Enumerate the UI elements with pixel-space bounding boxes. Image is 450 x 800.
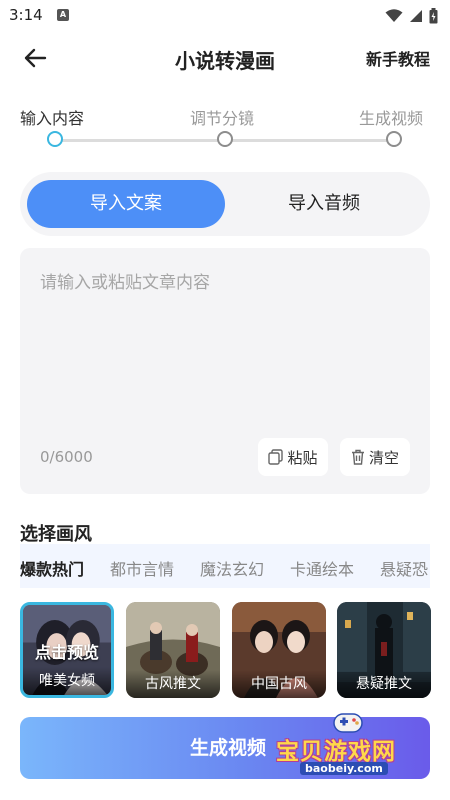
step-label-storyboard: 调节分镜 [190, 109, 255, 128]
battery-icon [429, 8, 438, 24]
card-label: 唯美女频 [23, 667, 111, 695]
step-connector [62, 139, 218, 142]
style-tab-urban-romance[interactable]: 都市言情 [110, 556, 174, 580]
style-tab-hot[interactable]: 爆款热门 [20, 556, 84, 580]
style-tab-magic-fantasy[interactable]: 魔法玄幻 [200, 556, 264, 580]
tab-import-text[interactable]: 导入文案 [27, 180, 225, 228]
paste-label: 粘贴 [287, 448, 318, 467]
step-dot-storyboard [217, 131, 233, 147]
article-text-area[interactable]: 请输入或粘贴文章内容 0/6000 粘贴 清空 [20, 248, 430, 494]
style-card-beauty[interactable]: 点击预览 唯美女频 [20, 602, 114, 698]
step-label-input: 输入内容 [20, 109, 85, 128]
paste-icon [268, 449, 284, 465]
clear-label: 清空 [368, 448, 399, 467]
notification-app-icon: A [57, 9, 69, 21]
style-tab-suspense[interactable]: 悬疑恐 [380, 556, 428, 580]
step-dot-input [47, 131, 63, 147]
style-card-list: 点击预览 唯美女频 古风推文 中国古风 悬疑推文 [20, 602, 431, 698]
paste-button[interactable]: 粘贴 [258, 438, 328, 476]
card-label: 古风推文 [126, 670, 220, 698]
style-tab-cartoon[interactable]: 卡通绘本 [290, 556, 354, 580]
step-connector [232, 139, 388, 142]
trash-icon [351, 449, 364, 465]
progress-stepper: 输入内容 调节分镜 生成视频 [0, 100, 450, 160]
tutorial-link[interactable]: 新手教程 [366, 46, 430, 70]
watermark-url: baobeiy.com [300, 762, 388, 775]
status-time: 3:14 [9, 6, 43, 24]
step-label-generate: 生成视频 [359, 109, 424, 128]
style-card-chinese-ancient[interactable]: 中国古风 [232, 602, 326, 698]
status-icons [385, 8, 438, 24]
preview-overlay-text: 点击预览 [34, 643, 99, 662]
style-card-ancient-story[interactable]: 古风推文 [126, 602, 220, 698]
clear-button[interactable]: 清空 [340, 438, 410, 476]
style-card-suspense[interactable]: 悬疑推文 [337, 602, 431, 698]
style-category-tabs: 爆款热门 都市言情 魔法玄幻 卡通绘本 悬疑恐 [20, 544, 430, 588]
char-counter: 0/6000 [40, 448, 93, 466]
generate-video-label: 生成视频 [189, 737, 266, 759]
card-label: 中国古风 [232, 670, 326, 698]
tab-import-audio[interactable]: 导入音频 [225, 180, 423, 228]
card-label: 悬疑推文 [337, 670, 431, 698]
status-bar: 3:14 A [0, 0, 450, 32]
site-watermark: 宝贝游戏网 baobeiy.com [272, 706, 432, 786]
text-placeholder[interactable]: 请输入或粘贴文章内容 [40, 268, 210, 293]
import-mode-switch: 导入文案 导入音频 [20, 172, 430, 236]
signal-icon [410, 10, 422, 22]
step-dot-generate [386, 131, 402, 147]
watermark-text: 宝贝游戏网 [276, 739, 396, 765]
style-section-title: 选择画风 [20, 524, 92, 545]
wifi-icon [385, 9, 403, 22]
top-bar: 小说转漫画 新手教程 [0, 36, 450, 80]
